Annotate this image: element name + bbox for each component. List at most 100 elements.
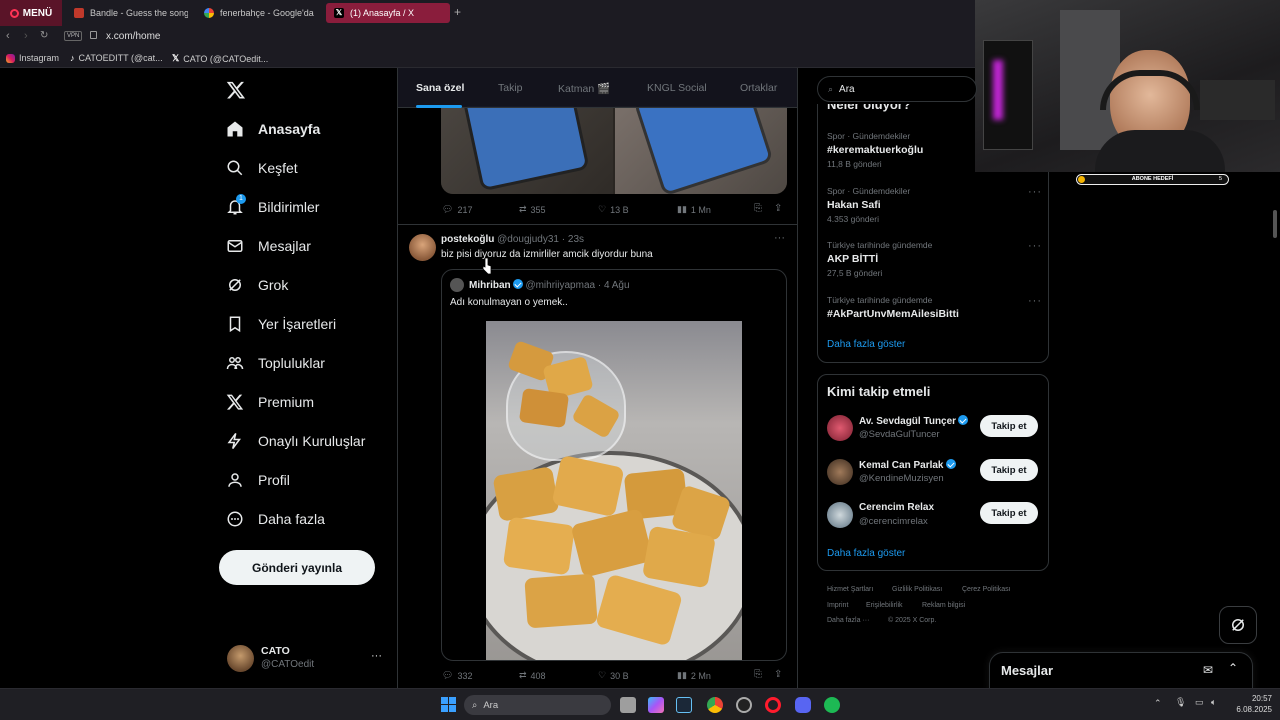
sub-goal-value: 5 (1218, 176, 1222, 182)
bookmark-cato-x[interactable]: 𝕏 CATO (@CATOedit... (172, 53, 268, 64)
taskbar-clock[interactable]: 20:57 6.08.2025 (1232, 693, 1272, 715)
follow-suggestion[interactable]: Cerencim Relax @cerencimrelax Takip et (827, 500, 1042, 534)
new-tab-button[interactable]: + (454, 5, 461, 19)
url-field[interactable]: x.com/home (106, 31, 160, 42)
views-button[interactable]: ▮▮ 1 Mn (677, 204, 711, 215)
expand-up-icon[interactable]: ⌃ (1228, 661, 1238, 675)
messages-drawer-title: Mesajlar (1001, 663, 1054, 678)
sidebar-item-home[interactable]: Anasayfa (226, 120, 320, 138)
discord-icon[interactable] (795, 697, 811, 713)
post-media-image[interactable] (441, 106, 787, 194)
bookmark-post-icon[interactable]: ⎘ (754, 203, 762, 214)
steam-icon[interactable] (676, 697, 692, 713)
forward-icon[interactable]: › (24, 30, 28, 42)
footer-accessibility-link[interactable]: Erişilebilirlik (866, 602, 903, 609)
messages-drawer[interactable]: Mesajlar ✉ ⌃ (989, 652, 1253, 690)
network-icon[interactable]: ▭ (1195, 697, 1204, 708)
food-photo-image[interactable] (486, 321, 742, 660)
bookmark-post-icon[interactable]: ⎘ (754, 669, 762, 680)
post-author-name[interactable]: postekoğlu (441, 234, 494, 245)
post-time[interactable]: · 23s (562, 234, 584, 245)
follow-suggestion[interactable]: Kemal Can Parlak @KendineMuzisyen Takip … (827, 457, 1042, 491)
repost-button[interactable]: ⇄ 408 (519, 670, 546, 681)
account-switcher[interactable]: CATO @CATOedit ··· (227, 644, 397, 674)
post-more-icon[interactable]: ··· (774, 232, 785, 244)
footer-ads-link[interactable]: Reklam bilgisi (922, 602, 965, 609)
opera-gx-icon[interactable] (765, 697, 781, 713)
footer-privacy-link[interactable]: Gizlilik Politikası (892, 586, 942, 593)
grok-floating-button[interactable] (1219, 606, 1257, 644)
bookmark-catoeditt-tiktok[interactable]: ♪ CATOEDITT (@cat... (70, 53, 163, 63)
trend-item[interactable]: Türkiye tarihinde gündemde #AkPartUnvMem… (827, 295, 1042, 320)
chrome-icon[interactable] (707, 697, 723, 713)
opera-logo-icon (9, 8, 19, 18)
browser-menu-button[interactable]: MENÜ (0, 0, 62, 26)
share-icon[interactable]: ⇪ (774, 669, 782, 680)
follow-suggestion[interactable]: Av. Sevdagül Tunçer @SevdaGulTuncer Taki… (827, 413, 1042, 447)
sidebar-item-more[interactable]: Daha fazla (226, 510, 325, 528)
footer-terms-link[interactable]: Hizmet Şartları (827, 586, 873, 593)
tab-following[interactable]: Takip (498, 82, 523, 94)
footer-more-link[interactable]: Daha fazla ··· (827, 617, 869, 624)
trend-more-icon[interactable]: ··· (1028, 240, 1042, 252)
back-icon[interactable]: ‹ (6, 30, 10, 42)
tab-kngl-social[interactable]: KNGL Social (647, 82, 707, 94)
x-logo-home-link[interactable] (226, 80, 246, 105)
repost-button[interactable]: ⇄ 355 (519, 204, 546, 215)
trend-more-icon[interactable]: ··· (1028, 295, 1042, 307)
reply-button[interactable]: 💬︎ 217 (442, 204, 472, 215)
sidebar-item-communities[interactable]: Topluluklar (226, 354, 325, 372)
microphone-icon[interactable]: 🎙︎ (1175, 697, 1186, 708)
tab-x-home[interactable]: 𝕏 (1) Anasayfa / X (326, 3, 450, 23)
post-author-avatar[interactable] (409, 234, 436, 261)
reload-icon[interactable]: ↻ (40, 30, 48, 41)
sidebar-item-notifications[interactable]: 1 Bildirimler (226, 194, 319, 216)
sidebar-item-premium[interactable]: Premium (226, 393, 314, 411)
windows-start-icon[interactable] (441, 697, 456, 712)
reply-button[interactable]: 💬︎ 332 (442, 670, 472, 681)
post-button[interactable]: Gönderi yayınla (219, 550, 375, 585)
tab-bandle[interactable]: Bandle - Guess the song (66, 3, 188, 23)
share-icon[interactable]: ⇪ (774, 203, 782, 214)
search-input[interactable]: Ara (839, 84, 855, 95)
taskbar-search[interactable]: ⌕ Ara (464, 695, 611, 715)
like-button[interactable]: ♡ 13 B (598, 204, 629, 215)
app-icon[interactable] (736, 697, 752, 713)
account-more-icon[interactable]: ··· (371, 650, 382, 662)
footer-cookie-link[interactable]: Çerez Politikası (962, 586, 1011, 593)
trends-show-more-link[interactable]: Daha fazla göster (827, 339, 905, 350)
page-scrollbar[interactable] (1273, 210, 1277, 238)
trend-more-icon[interactable]: ··· (1028, 186, 1042, 198)
tab-katman[interactable]: Katman 🎬 (558, 82, 610, 95)
volume-icon[interactable]: 🔈︎ (1211, 697, 1216, 708)
tray-expand-icon[interactable]: ⌃ (1154, 698, 1162, 709)
sidebar-item-bookmarks[interactable]: Yer İşaretleri (226, 315, 336, 333)
sidebar-item-explore[interactable]: Keşfet (226, 159, 298, 177)
tab-for-you[interactable]: Sana özel (416, 82, 464, 94)
vpn-badge[interactable]: VPN (64, 31, 83, 41)
tab-ortaklar[interactable]: Ortaklar (740, 82, 777, 94)
follow-show-more-link[interactable]: Daha fazla göster (827, 548, 905, 559)
follow-button[interactable]: Takip et (980, 415, 1038, 437)
trend-item[interactable]: Spor · Gündemdekiler Hakan Safi 4.353 gö… (827, 186, 1042, 224)
quoted-post-card[interactable]: Mihriban @mihriiyapmaa · 4 Ağu Adı konul… (441, 269, 787, 661)
trend-item[interactable]: Türkiye tarihinde gündemde AKP BİTTİ 27,… (827, 240, 1042, 278)
copilot-icon[interactable] (648, 697, 664, 713)
views-button[interactable]: ▮▮ 2 Mn (677, 670, 711, 681)
task-view-icon[interactable] (620, 697, 636, 713)
search-box[interactable]: ⌕ Ara (817, 76, 977, 102)
bookmark-instagram[interactable]: Instagram (6, 53, 59, 63)
footer-imprint-link[interactable]: Imprint (827, 602, 848, 609)
spotify-icon[interactable] (824, 697, 840, 713)
sidebar-item-grok[interactable]: Grok (226, 276, 288, 294)
like-button[interactable]: ♡ 30 B (598, 670, 629, 681)
taskbar-search-input[interactable]: Ara (483, 700, 498, 711)
sidebar-item-messages[interactable]: Mesajlar (226, 237, 311, 255)
new-message-icon[interactable]: ✉ (1203, 663, 1213, 677)
tab-google[interactable]: fenerbahçe - Google'da (196, 3, 318, 23)
post-author-handle[interactable]: @dougjudy31 (497, 234, 559, 245)
follow-button[interactable]: Takip et (980, 502, 1038, 524)
follow-button[interactable]: Takip et (980, 459, 1038, 481)
sidebar-item-profile[interactable]: Profil (226, 471, 290, 489)
sidebar-item-verified-orgs[interactable]: Onaylı Kuruluşlar (226, 432, 365, 450)
